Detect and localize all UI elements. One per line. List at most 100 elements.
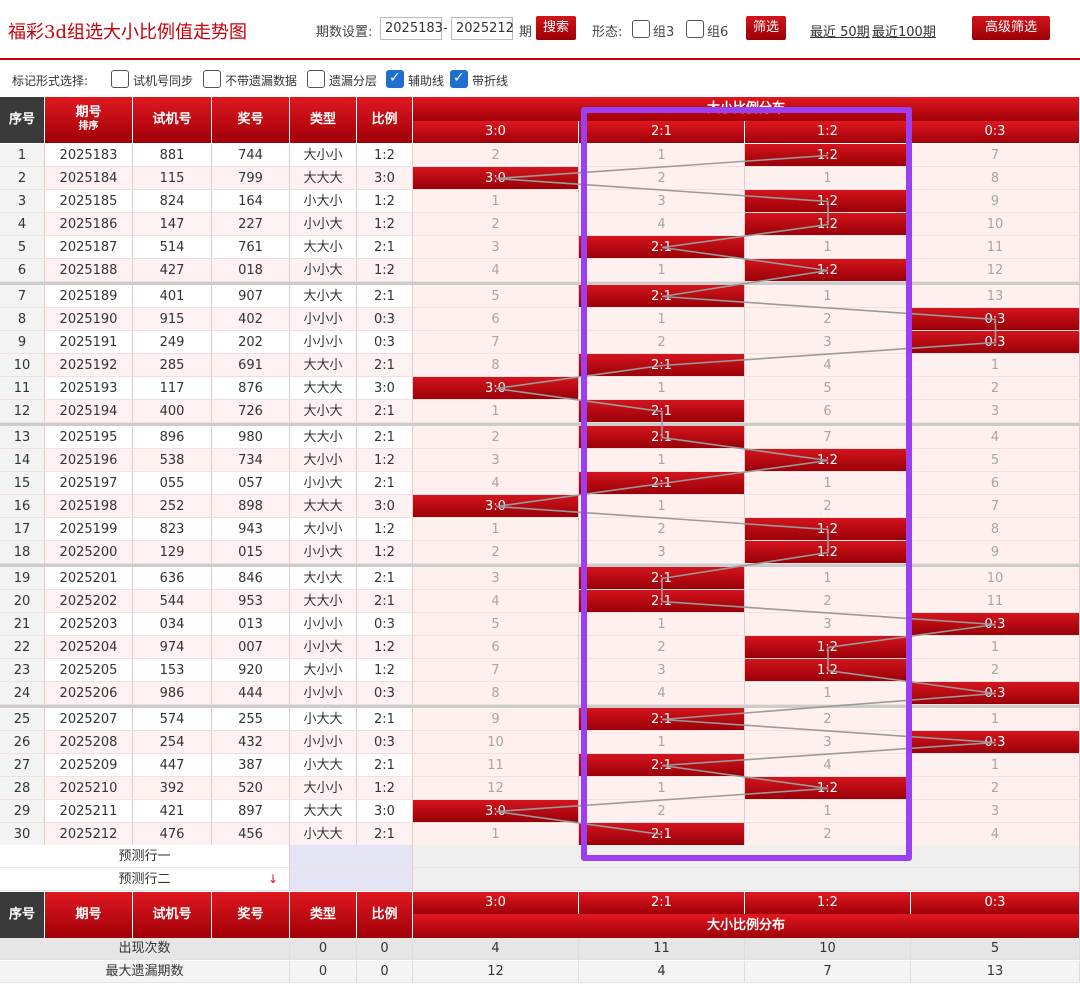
dist-miss-cell: 1 [579, 144, 745, 167]
recent-100-link[interactable]: 最近100期 [872, 21, 936, 40]
row-trial: 544 [133, 590, 212, 613]
row-issue: 2025204 [45, 636, 133, 659]
header-type: 类型 [290, 97, 357, 143]
dist-miss-cell: 8 [413, 354, 579, 377]
dist-miss-cell: 12 [911, 259, 1080, 282]
aux-line-label: 辅助线 [408, 74, 445, 88]
dist-hit-cell: 0:3 [911, 731, 1080, 754]
dist-hit-cell: 2:1 [579, 285, 745, 308]
recent-50-link[interactable]: 最近 50期 [810, 21, 870, 40]
dist-miss-cell: 4 [911, 823, 1080, 846]
form-zu3-checkbox[interactable] [632, 20, 650, 38]
advanced-filter-button[interactable]: 高级筛选 [972, 16, 1050, 40]
arrow-down-icon[interactable]: ↓ [268, 868, 278, 890]
row-trial: 252 [133, 495, 212, 518]
predict-row-2-input[interactable] [290, 868, 413, 891]
dist-miss-cell: 1 [745, 285, 911, 308]
dist-miss-cell: 2 [911, 659, 1080, 682]
row-prize: 897 [212, 800, 290, 823]
polyline-checkbox[interactable] [450, 70, 468, 88]
dist-hit-cell: 1:2 [745, 541, 911, 564]
row-ratio: 2:1 [357, 590, 413, 613]
row-seq: 2 [0, 167, 45, 190]
row-prize: 691 [212, 354, 290, 377]
dist-miss-cell: 3 [579, 190, 745, 213]
dist-miss-cell: 5 [745, 377, 911, 400]
row-type: 大大大 [290, 167, 357, 190]
row-type: 大小大 [290, 400, 357, 423]
row-issue: 2025202 [45, 590, 133, 613]
row-trial: 254 [133, 731, 212, 754]
period-start-input[interactable]: 2025183 [380, 17, 443, 40]
header-dist-col: 3:0 [413, 121, 579, 143]
row-ratio: 1:2 [357, 259, 413, 282]
row-issue: 2025195 [45, 426, 133, 449]
dist-miss-cell: 4 [745, 354, 911, 377]
row-prize: 013 [212, 613, 290, 636]
row-seq: 30 [0, 823, 45, 846]
row-issue: 2025190 [45, 308, 133, 331]
row-trial: 636 [133, 567, 212, 590]
row-prize: 255 [212, 708, 290, 731]
dist-miss-cell: 7 [745, 426, 911, 449]
row-ratio: 1:2 [357, 190, 413, 213]
row-ratio: 2:1 [357, 400, 413, 423]
search-button[interactable]: 搜索 [536, 16, 577, 40]
trial-sync-label: 试机号同步 [133, 74, 194, 88]
row-issue: 2025208 [45, 731, 133, 754]
predict-row-1-input[interactable] [290, 845, 413, 868]
dist-miss-cell: 3 [911, 800, 1080, 823]
row-trial: 034 [133, 613, 212, 636]
dist-miss-cell: 9 [413, 708, 579, 731]
dist-miss-cell: 1 [413, 823, 579, 846]
row-type: 大大大 [290, 377, 357, 400]
predict-row-2-label: 预测行二 [118, 872, 171, 887]
dist-miss-cell: 8 [911, 518, 1080, 541]
row-trial: 400 [133, 400, 212, 423]
predict-row-1-dist[interactable] [413, 845, 1080, 868]
row-issue: 2025201 [45, 567, 133, 590]
miss-layer-checkbox[interactable] [307, 70, 325, 88]
stat-value: 4 [413, 938, 579, 960]
polyline-label: 带折线 [472, 74, 509, 88]
row-prize: 907 [212, 285, 290, 308]
dist-miss-cell: 2 [579, 167, 745, 190]
row-seq: 1 [0, 144, 45, 167]
header-issue[interactable]: 期号 排序 [45, 97, 133, 143]
row-prize: 387 [212, 754, 290, 777]
dist-miss-cell: 8 [413, 682, 579, 705]
row-type: 大小小 [290, 518, 357, 541]
row-seq: 19 [0, 567, 45, 590]
row-type: 小大大 [290, 823, 357, 846]
row-prize: 943 [212, 518, 290, 541]
row-issue: 2025192 [45, 354, 133, 377]
dist-miss-cell: 6 [413, 636, 579, 659]
period-end-input[interactable]: 2025212 [451, 17, 514, 40]
dist-miss-cell: 2 [745, 708, 911, 731]
footer-type: 类型 [290, 892, 357, 938]
row-seq: 25 [0, 708, 45, 731]
row-trial: 392 [133, 777, 212, 800]
row-seq: 18 [0, 541, 45, 564]
row-prize: 018 [212, 259, 290, 282]
footer-dist-title: 大小比例分布 [413, 914, 1080, 938]
no-miss-data-checkbox[interactable] [203, 70, 221, 88]
dist-miss-cell: 5 [413, 285, 579, 308]
dist-hit-cell: 1:2 [745, 144, 911, 167]
row-trial: 153 [133, 659, 212, 682]
row-issue: 2025187 [45, 236, 133, 259]
row-trial: 401 [133, 285, 212, 308]
row-type: 小大大 [290, 754, 357, 777]
aux-line-checkbox[interactable] [386, 70, 404, 88]
row-trial: 447 [133, 754, 212, 777]
footer-ratio: 比例 [357, 892, 413, 938]
dist-miss-cell: 1 [745, 472, 911, 495]
dist-miss-cell: 2 [413, 426, 579, 449]
row-ratio: 3:0 [357, 377, 413, 400]
header-issue-label: 期号 [75, 105, 102, 120]
trial-sync-checkbox[interactable] [111, 70, 129, 88]
predict-row-2-dist[interactable] [413, 868, 1080, 891]
row-ratio: 0:3 [357, 331, 413, 354]
filter-button[interactable]: 筛选 [746, 16, 787, 40]
form-zu6-checkbox[interactable] [686, 20, 704, 38]
